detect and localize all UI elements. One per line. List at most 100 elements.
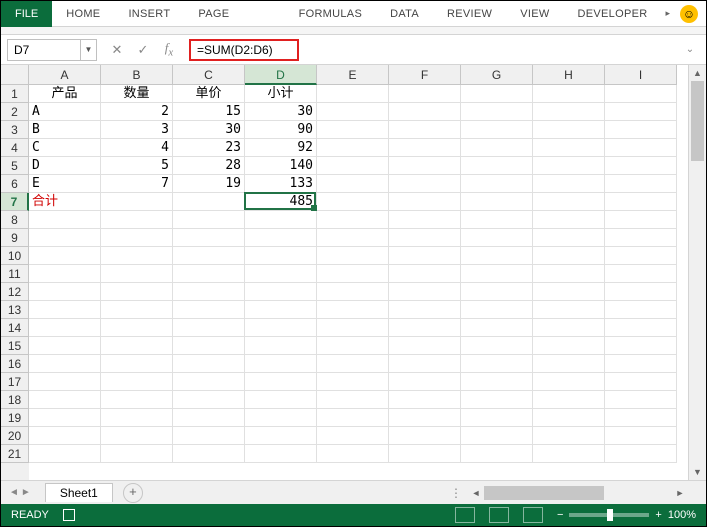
cell-F15[interactable] <box>389 337 461 355</box>
cell-I20[interactable] <box>605 427 677 445</box>
row-header-15[interactable]: 15 <box>1 337 29 355</box>
cell-A2[interactable]: A <box>29 103 101 121</box>
cell-H10[interactable] <box>533 247 605 265</box>
cell-C7[interactable] <box>173 193 245 211</box>
cell-G3[interactable] <box>461 121 533 139</box>
formula-expand-icon[interactable]: ⌄ <box>684 44 700 55</box>
cell-C18[interactable] <box>173 391 245 409</box>
cell-B8[interactable] <box>101 211 173 229</box>
cell-E7[interactable] <box>317 193 389 211</box>
cell-G12[interactable] <box>461 283 533 301</box>
cell-F19[interactable] <box>389 409 461 427</box>
view-normal-icon[interactable] <box>455 507 475 523</box>
scroll-down-icon[interactable]: ▼ <box>689 464 706 480</box>
cell-A8[interactable] <box>29 211 101 229</box>
cell-E6[interactable] <box>317 175 389 193</box>
cell-H19[interactable] <box>533 409 605 427</box>
cell-A12[interactable] <box>29 283 101 301</box>
cell-B16[interactable] <box>101 355 173 373</box>
cell-B1[interactable]: 数量 <box>101 85 173 103</box>
cell-D15[interactable] <box>245 337 317 355</box>
tab-developer[interactable]: DEVELOPER <box>564 1 662 27</box>
select-all-corner[interactable] <box>1 65 29 85</box>
cell-A13[interactable] <box>29 301 101 319</box>
cell-C17[interactable] <box>173 373 245 391</box>
cell-A20[interactable] <box>29 427 101 445</box>
cell-B21[interactable] <box>101 445 173 463</box>
cell-E21[interactable] <box>317 445 389 463</box>
cell-D13[interactable] <box>245 301 317 319</box>
cell-I8[interactable] <box>605 211 677 229</box>
row-header-17[interactable]: 17 <box>1 373 29 391</box>
cell-C12[interactable] <box>173 283 245 301</box>
cell-G13[interactable] <box>461 301 533 319</box>
cell-D5[interactable]: 140 <box>245 157 317 175</box>
cell-F11[interactable] <box>389 265 461 283</box>
cell-A5[interactable]: D <box>29 157 101 175</box>
smiley-icon[interactable]: ☺ <box>680 5 698 23</box>
cell-C8[interactable] <box>173 211 245 229</box>
cell-I21[interactable] <box>605 445 677 463</box>
cell-A4[interactable]: C <box>29 139 101 157</box>
cell-E5[interactable] <box>317 157 389 175</box>
cell-F16[interactable] <box>389 355 461 373</box>
cell-E15[interactable] <box>317 337 389 355</box>
cell-G7[interactable] <box>461 193 533 211</box>
cell-F10[interactable] <box>389 247 461 265</box>
cell-D3[interactable]: 90 <box>245 121 317 139</box>
cell-B14[interactable] <box>101 319 173 337</box>
cell-F1[interactable] <box>389 85 461 103</box>
cell-C20[interactable] <box>173 427 245 445</box>
cell-A3[interactable]: B <box>29 121 101 139</box>
cell-I14[interactable] <box>605 319 677 337</box>
scroll-left-icon[interactable]: ◄ <box>468 488 484 498</box>
cell-A11[interactable] <box>29 265 101 283</box>
cell-F3[interactable] <box>389 121 461 139</box>
cell-E1[interactable] <box>317 85 389 103</box>
cell-D6[interactable]: 133 <box>245 175 317 193</box>
cell-I17[interactable] <box>605 373 677 391</box>
cell-E11[interactable] <box>317 265 389 283</box>
cell-C14[interactable] <box>173 319 245 337</box>
cell-E9[interactable] <box>317 229 389 247</box>
col-header-F[interactable]: F <box>389 65 461 85</box>
cell-G4[interactable] <box>461 139 533 157</box>
cell-B9[interactable] <box>101 229 173 247</box>
zoom-control[interactable]: − + 100% <box>557 509 696 521</box>
cell-H5[interactable] <box>533 157 605 175</box>
row-header-5[interactable]: 5 <box>1 157 29 175</box>
cell-A9[interactable] <box>29 229 101 247</box>
cell-I11[interactable] <box>605 265 677 283</box>
cell-D9[interactable] <box>245 229 317 247</box>
cell-A14[interactable] <box>29 319 101 337</box>
cell-E12[interactable] <box>317 283 389 301</box>
cell-D2[interactable]: 30 <box>245 103 317 121</box>
cell-E10[interactable] <box>317 247 389 265</box>
view-page-break-icon[interactable] <box>523 507 543 523</box>
add-sheet-button[interactable]: + <box>123 483 143 503</box>
cell-H18[interactable] <box>533 391 605 409</box>
sheet-tab-sheet1[interactable]: Sheet1 <box>45 483 113 502</box>
cell-I19[interactable] <box>605 409 677 427</box>
cell-I4[interactable] <box>605 139 677 157</box>
cell-C11[interactable] <box>173 265 245 283</box>
cell-C6[interactable]: 19 <box>173 175 245 193</box>
cell-A10[interactable] <box>29 247 101 265</box>
cell-A21[interactable] <box>29 445 101 463</box>
cell-I18[interactable] <box>605 391 677 409</box>
cell-C10[interactable] <box>173 247 245 265</box>
col-header-B[interactable]: B <box>101 65 173 85</box>
ribbon-overflow-icon[interactable]: ▸ <box>661 8 674 19</box>
cell-G18[interactable] <box>461 391 533 409</box>
cell-I13[interactable] <box>605 301 677 319</box>
cell-B19[interactable] <box>101 409 173 427</box>
cell-G2[interactable] <box>461 103 533 121</box>
cancel-formula-icon[interactable]: ✕ <box>109 42 125 58</box>
cell-H7[interactable] <box>533 193 605 211</box>
cell-F4[interactable] <box>389 139 461 157</box>
cell-H20[interactable] <box>533 427 605 445</box>
cell-B2[interactable]: 2 <box>101 103 173 121</box>
cell-H9[interactable] <box>533 229 605 247</box>
cell-D18[interactable] <box>245 391 317 409</box>
cell-F9[interactable] <box>389 229 461 247</box>
